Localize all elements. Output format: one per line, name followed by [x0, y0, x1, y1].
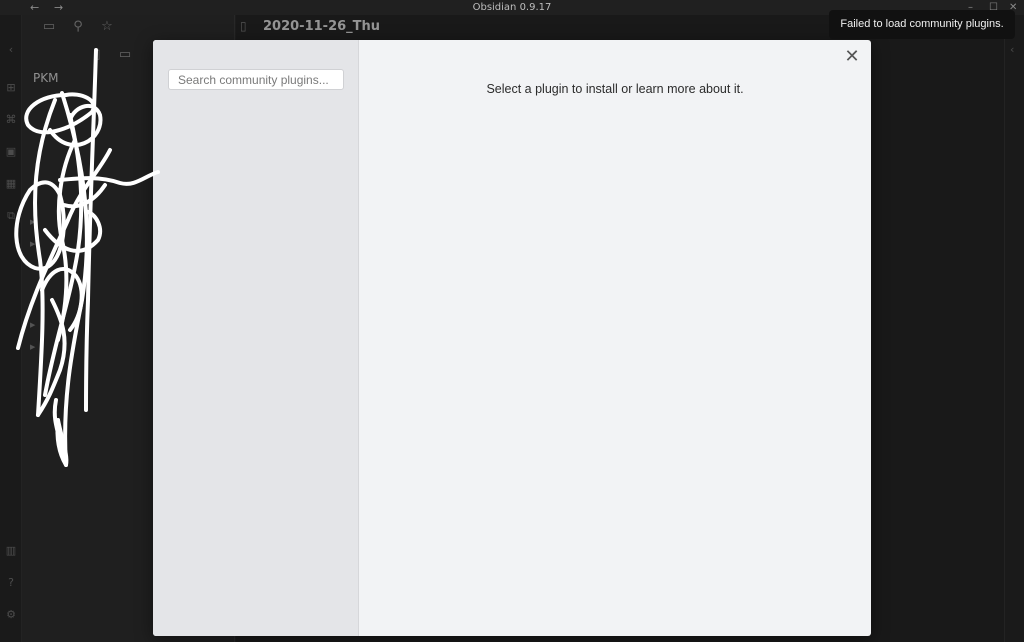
plugin-search-input[interactable]	[168, 69, 344, 90]
close-modal-button[interactable]: ✕	[843, 48, 861, 66]
plugin-list-sidebar	[153, 40, 359, 636]
community-plugins-modal: Select a plugin to install or learn more…	[153, 40, 871, 636]
empty-state-message: Select a plugin to install or learn more…	[486, 82, 744, 96]
error-notice[interactable]: Failed to load community plugins.	[829, 10, 1015, 39]
plugin-detail-pane: Select a plugin to install or learn more…	[359, 40, 871, 636]
